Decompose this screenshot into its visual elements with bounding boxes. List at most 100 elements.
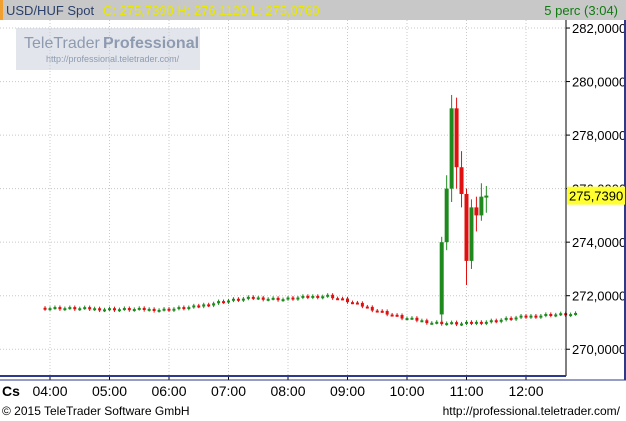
- candle-body: [231, 298, 235, 301]
- candle-body: [43, 307, 47, 310]
- candle-body: [554, 314, 558, 317]
- candle-body: [266, 298, 270, 301]
- candle-body: [311, 295, 315, 298]
- candle-body: [58, 307, 62, 310]
- candle-body: [276, 297, 280, 301]
- candle-body: [316, 295, 320, 298]
- last-price-label: 275,7390: [569, 189, 623, 204]
- x-tick-label: 08:00: [270, 383, 305, 399]
- candle-body: [152, 308, 156, 312]
- candle-body: [137, 307, 141, 310]
- candle-body: [296, 297, 300, 300]
- candle-body: [549, 313, 553, 316]
- candle-body: [464, 193, 469, 261]
- x-tick-label: 05:00: [92, 383, 127, 399]
- candle-body: [202, 304, 206, 307]
- candle-body: [157, 309, 161, 312]
- candle-body: [88, 307, 92, 310]
- candle-body: [420, 320, 424, 323]
- candle-body: [286, 297, 290, 300]
- candle-body: [519, 315, 523, 318]
- candle-body: [68, 307, 72, 310]
- candle-body: [499, 319, 503, 322]
- x-tick-label: 04:00: [32, 383, 67, 399]
- candle-body: [460, 323, 464, 326]
- candle-body: [241, 298, 245, 301]
- copyright-text: © 2015 TeleTrader Software GmbH: [2, 404, 190, 418]
- candle-body: [395, 314, 399, 317]
- candle-body: [529, 315, 533, 318]
- x-axis-label: Cs: [2, 383, 20, 399]
- plot-area: [43, 94, 578, 327]
- x-tick-label: 06:00: [151, 383, 186, 399]
- candle-body: [449, 108, 454, 189]
- candle-body: [360, 302, 364, 307]
- candle-body: [207, 304, 211, 307]
- candle-body: [544, 313, 548, 316]
- candle-body: [509, 317, 513, 320]
- candle-body: [465, 321, 468, 324]
- candle-body: [98, 308, 102, 311]
- candle-body: [182, 307, 186, 310]
- watermark-logo: TeleTrader Professional http://professio…: [16, 28, 200, 70]
- candle-body: [539, 315, 543, 318]
- candle-body: [534, 315, 538, 318]
- candle-body: [212, 303, 216, 306]
- candle-body: [236, 298, 240, 301]
- candle-body: [341, 298, 345, 301]
- candle-body: [83, 307, 87, 310]
- candle-body: [370, 306, 374, 311]
- x-tick-label: 12:00: [508, 383, 543, 399]
- candle-body: [430, 322, 434, 325]
- candle-body: [435, 321, 439, 324]
- candle-body: [450, 322, 454, 325]
- candle-body: [103, 309, 107, 312]
- candle-body: [524, 315, 528, 318]
- candle-body: [415, 317, 419, 321]
- candle-body: [256, 297, 260, 300]
- candle-body: [484, 321, 488, 324]
- candle-body: [336, 298, 340, 301]
- candle-body: [484, 195, 489, 198]
- candle-body: [53, 307, 57, 310]
- candle-body: [410, 317, 414, 320]
- candle-body: [425, 320, 429, 324]
- candle-body: [78, 308, 82, 311]
- candle-body: [326, 294, 330, 297]
- candle-body: [108, 308, 111, 311]
- candle-body: [301, 295, 305, 298]
- candle-body: [455, 322, 459, 325]
- candle-body: [147, 308, 151, 311]
- y-tick-label: 274,0000: [572, 235, 626, 250]
- candle-body: [355, 302, 359, 305]
- price-chart[interactable]: TeleTrader Professional http://professio…: [0, 0, 626, 421]
- candle-body: [251, 296, 255, 299]
- candle-body: [569, 314, 573, 317]
- candle-body: [48, 308, 52, 311]
- candle-body: [246, 296, 250, 299]
- candle-body: [321, 296, 325, 299]
- candle-body: [459, 167, 464, 194]
- candle-body: [479, 196, 484, 216]
- candle-body: [167, 308, 171, 311]
- x-tick-label: 11:00: [450, 383, 484, 399]
- candle-body: [222, 301, 226, 304]
- candle-body: [489, 320, 493, 323]
- x-tick-label: 10:00: [389, 383, 424, 399]
- footer-url-link[interactable]: http://professional.teletrader.com/: [443, 404, 620, 418]
- candle-body: [405, 318, 409, 321]
- candle-body: [439, 242, 444, 315]
- candle-body: [227, 300, 230, 303]
- candle-body: [122, 308, 126, 311]
- y-tick-label: 270,0000: [572, 342, 626, 357]
- candle-body: [474, 321, 478, 324]
- candle-body: [217, 301, 221, 304]
- candle-body: [444, 188, 449, 243]
- candle-body: [454, 108, 459, 168]
- candle-body: [142, 307, 146, 311]
- watermark-brand-regular: TeleTrader: [24, 35, 101, 52]
- candle-body: [514, 317, 518, 320]
- candle-body: [63, 308, 67, 311]
- candle-body: [469, 207, 474, 261]
- y-tick-label: 278,0000: [572, 128, 626, 143]
